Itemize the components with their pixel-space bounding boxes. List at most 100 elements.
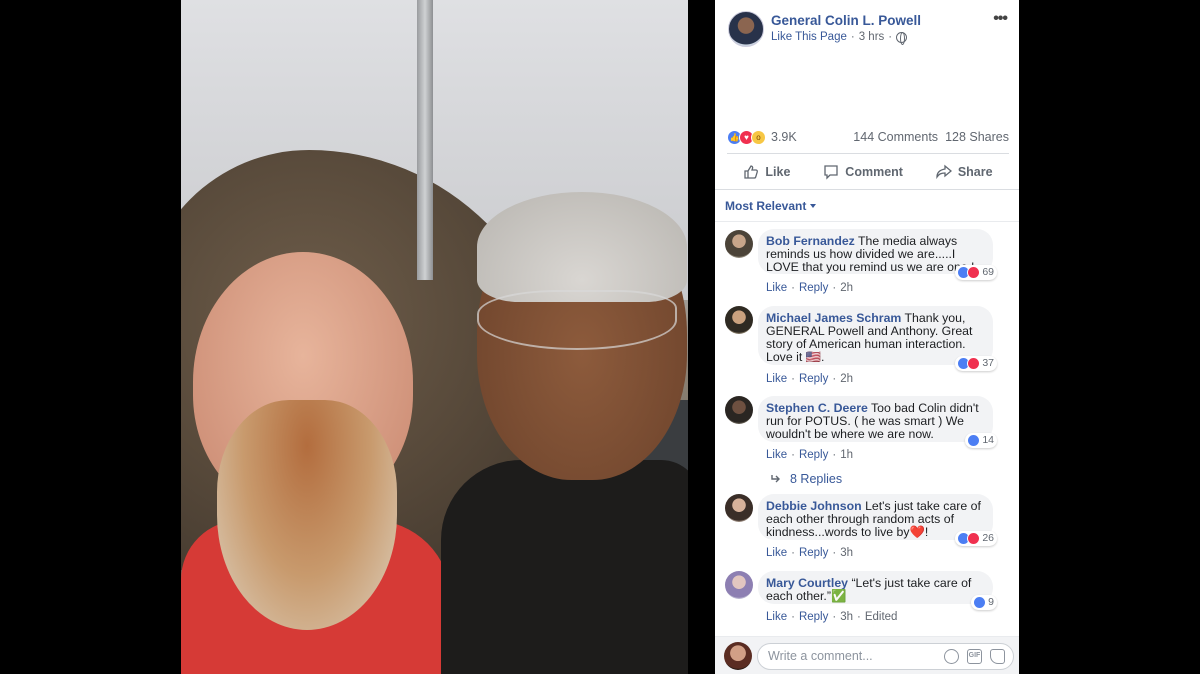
comment-author[interactable]: Stephen C. Deere xyxy=(766,401,868,415)
photo-pole xyxy=(417,0,433,280)
comment-author[interactable]: Debbie Johnson xyxy=(766,499,862,513)
comment-actions: Like · Reply · 3h · Edited xyxy=(766,611,898,623)
shares-count[interactable]: 128 Shares xyxy=(945,130,1009,144)
photo-man-jacket xyxy=(441,460,688,674)
comment-reactions[interactable]: 9 xyxy=(971,595,997,610)
like-button[interactable]: Like xyxy=(743,164,790,180)
reactions-bar: 👍 ♥ o 3.9K 144 Comments 128 Shares xyxy=(727,127,1009,147)
reaction-icons[interactable]: 👍 ♥ o xyxy=(727,129,766,145)
comment-reactions[interactable]: 37 xyxy=(955,356,997,371)
comment-sort-dropdown[interactable]: Most Relevant xyxy=(725,199,817,213)
replies-label: 8 Replies xyxy=(790,472,843,486)
comment-edited-label[interactable]: Edited xyxy=(865,611,898,623)
comment-actions: Like · Reply · 2h xyxy=(766,373,853,385)
comment-reply-link[interactable]: Reply xyxy=(799,282,828,294)
love-reaction-icon xyxy=(967,266,981,279)
comment-author[interactable]: Mary Courtley xyxy=(766,576,848,590)
current-user-avatar[interactable] xyxy=(724,642,752,670)
comment-like-link[interactable]: Like xyxy=(766,611,787,623)
divider xyxy=(715,189,1019,190)
comment-like-link[interactable]: Like xyxy=(766,547,787,559)
comment-bubble: Stephen C. Deere Too bad Colin didn't ru… xyxy=(758,396,997,448)
comment-time[interactable]: 3h xyxy=(840,547,853,559)
share-button[interactable]: Share xyxy=(936,164,993,180)
reply-arrow-icon xyxy=(771,475,780,483)
comment-time[interactable]: 1h xyxy=(840,449,853,461)
post-panel: General Colin L. Powell Like This Page ·… xyxy=(715,0,1019,674)
comment-author[interactable]: Bob Fernandez xyxy=(766,234,855,248)
comment-time[interactable]: 3h xyxy=(840,611,853,623)
comment-reactions[interactable]: 14 xyxy=(965,433,997,448)
sticker-icon[interactable] xyxy=(990,649,1005,664)
meta-separator: · xyxy=(888,31,893,43)
comment-icon xyxy=(824,165,838,180)
comment-time[interactable]: 2h xyxy=(840,282,853,294)
comment-actions: Like · Reply · 2h xyxy=(766,282,853,294)
comment-input-box[interactable]: GIF xyxy=(757,643,1014,670)
comment-reply-link[interactable]: Reply xyxy=(799,449,828,461)
emoji-icon[interactable] xyxy=(944,649,959,664)
comment-reactions[interactable]: 26 xyxy=(955,531,997,546)
share-label: Share xyxy=(957,165,993,179)
globe-icon xyxy=(896,31,908,45)
commenter-avatar[interactable] xyxy=(725,306,753,334)
comment-reactions[interactable]: 69 xyxy=(955,265,997,280)
comment-reaction-count: 9 xyxy=(988,596,994,608)
comment-time[interactable]: 2h xyxy=(840,373,853,385)
photo-man-hair xyxy=(477,192,687,302)
comment-bubble: Mary Courtley “Let's just take care of e… xyxy=(758,571,997,610)
comment-bubble: Michael James Schram Thank you, GENERAL … xyxy=(758,306,997,371)
caret-down-icon xyxy=(810,204,817,208)
like-reaction-icon xyxy=(967,434,981,447)
commenter-avatar[interactable] xyxy=(725,571,753,599)
like-label: Like xyxy=(765,165,791,179)
comment-composer: GIF xyxy=(715,636,1019,674)
comment-reaction-count: 69 xyxy=(982,266,994,278)
thumbs-up-icon xyxy=(744,165,759,179)
comment-bubble: Bob Fernandez The media always reminds u… xyxy=(758,229,997,280)
comment-button[interactable]: Comment xyxy=(823,164,903,180)
comment-actions: Like · Reply · 1h xyxy=(766,449,853,461)
post-time[interactable]: 3 hrs xyxy=(859,31,885,43)
wow-reaction-icon: o xyxy=(751,129,766,145)
share-icon xyxy=(936,164,952,180)
love-reaction-icon xyxy=(967,532,981,545)
comment-reply-link[interactable]: Reply xyxy=(799,611,828,623)
divider xyxy=(715,221,1019,222)
photo-glasses xyxy=(477,290,677,350)
comment-reaction-count: 26 xyxy=(982,532,994,544)
comment-like-link[interactable]: Like xyxy=(766,373,787,385)
comment-input[interactable] xyxy=(768,649,928,663)
page-name-link[interactable]: General Colin L. Powell xyxy=(771,13,921,28)
like-reaction-icon xyxy=(973,596,987,609)
sort-label: Most Relevant xyxy=(725,199,807,213)
comment-reaction-count: 37 xyxy=(982,357,994,369)
comment-reaction-count: 14 xyxy=(982,434,994,446)
photo-beard xyxy=(217,400,397,630)
commenter-avatar[interactable] xyxy=(725,494,753,522)
commenter-avatar[interactable] xyxy=(725,396,753,424)
reaction-count[interactable]: 3.9K xyxy=(771,130,797,144)
post-header: General Colin L. Powell Like This Page ·… xyxy=(715,0,1019,60)
commenter-avatar[interactable] xyxy=(725,230,753,258)
post-meta: Like This Page · 3 hrs · xyxy=(771,31,908,45)
post-stats: 144 Comments 128 Shares xyxy=(853,130,1009,144)
view-replies-link[interactable]: 8 Replies xyxy=(770,472,842,486)
comment-actions: Like · Reply · 3h xyxy=(766,547,853,559)
comment-label: Comment xyxy=(845,165,903,179)
comments-count[interactable]: 144 Comments xyxy=(853,130,938,144)
page-avatar[interactable] xyxy=(728,11,764,47)
comment-like-link[interactable]: Like xyxy=(766,449,787,461)
comment-reply-link[interactable]: Reply xyxy=(799,373,828,385)
gif-icon[interactable]: GIF xyxy=(967,649,982,664)
love-reaction-icon xyxy=(967,357,981,370)
post-actions: Like Comment Share xyxy=(727,153,1009,190)
comment-author[interactable]: Michael James Schram xyxy=(766,311,901,325)
like-page-link[interactable]: Like This Page xyxy=(771,31,847,43)
comment-like-link[interactable]: Like xyxy=(766,282,787,294)
more-options-icon[interactable]: ••• xyxy=(993,10,1008,28)
meta-separator: · xyxy=(850,31,855,43)
comment-bubble: Debbie Johnson Let's just take care of e… xyxy=(758,494,997,546)
comment-reply-link[interactable]: Reply xyxy=(799,547,828,559)
post-photo[interactable] xyxy=(181,0,688,674)
